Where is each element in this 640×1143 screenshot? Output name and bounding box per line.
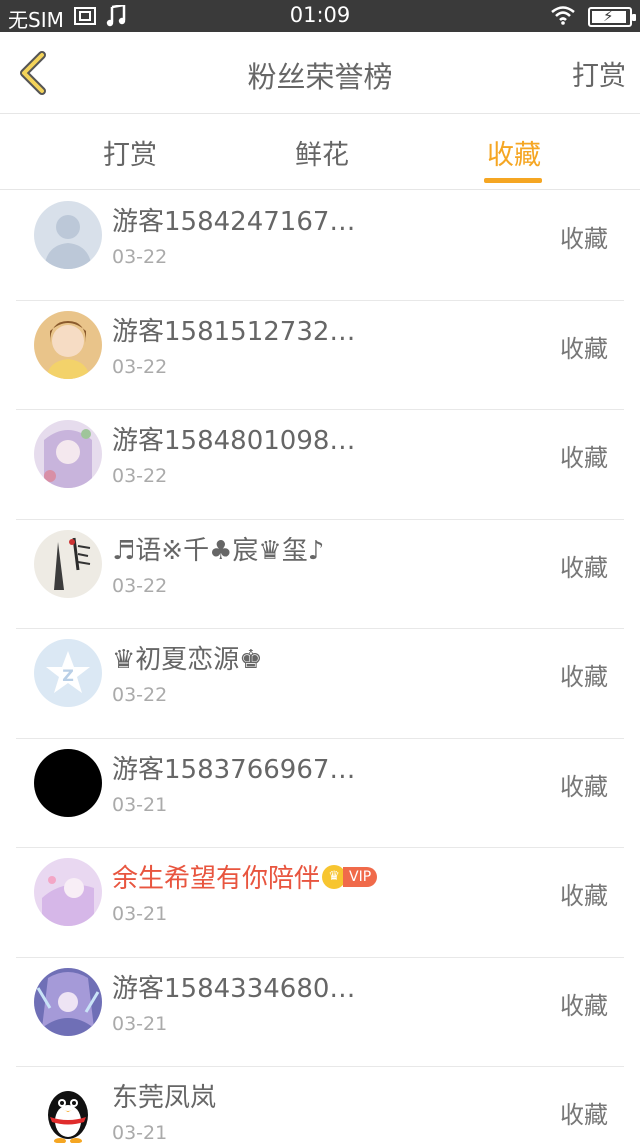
fan-list: 游客1584247167… 03-22 收藏 游客1581512732… 03-…	[0, 191, 640, 1143]
fan-date: 03-21	[112, 1122, 168, 1143]
fan-date: 03-22	[112, 355, 168, 378]
fan-action: 收藏	[560, 225, 608, 253]
fan-date: 03-21	[112, 793, 168, 816]
tab-favorites[interactable]: 收藏	[454, 133, 574, 172]
qzone-star-avatar: Z	[34, 639, 102, 707]
tab-bar: 打赏 鲜花 收藏	[0, 115, 640, 190]
list-item[interactable]: 游客1584247167… 03-22 收藏	[16, 191, 624, 301]
fan-name: 游客1584334680…	[112, 973, 356, 1004]
fan-action: 收藏	[560, 553, 608, 582]
fan-date: 03-22	[112, 684, 168, 706]
status-bar: 无SIM 01:09 ⚡	[0, 0, 640, 32]
fan-action: 收藏	[560, 991, 608, 1020]
fan-name: 游客1583766967…	[112, 754, 356, 785]
list-item[interactable]: ♬语※千♣宸♛玺♪ 03-22 收藏	[16, 520, 624, 629]
tab-flowers[interactable]: 鲜花	[262, 133, 382, 172]
fan-name: 游客1581512732…	[112, 316, 356, 347]
fan-date: 03-22	[112, 246, 168, 268]
vip-badge: ♛ VIP	[322, 864, 378, 889]
svg-text:Z: Z	[62, 666, 74, 685]
list-item[interactable]: 游客1584801098… 03-22 收藏	[16, 410, 624, 520]
fan-name: 游客1584801098…	[112, 426, 356, 456]
fan-action: 收藏	[560, 1101, 608, 1129]
fan-action: 收藏	[560, 444, 608, 472]
fan-name: ♛初夏恋源♚	[112, 645, 263, 675]
fan-name-vip: 余生希望有你陪伴 ♛ VIP	[112, 858, 378, 895]
list-item[interactable]: Z ♛初夏恋源♚ 03-22 收藏	[16, 629, 624, 739]
ink-painting-avatar	[34, 529, 102, 598]
blue-anime-avatar	[34, 967, 102, 1036]
fan-name: ♬语※千♣宸♛玺♪	[112, 535, 325, 566]
list-item[interactable]: 游客1584334680… 03-21 收藏	[16, 958, 624, 1067]
fan-action: 收藏	[560, 772, 608, 801]
clock: 01:09	[289, 3, 351, 27]
fan-action: 收藏	[560, 334, 608, 363]
list-item[interactable]: 东莞凤岚 03-21 收藏	[16, 1067, 624, 1143]
tab-reward[interactable]: 打赏	[70, 133, 190, 172]
fan-date: 03-21	[112, 903, 168, 925]
fan-action: 收藏	[560, 663, 608, 691]
navigation-bar: 粉丝荣誉榜 打赏	[0, 32, 640, 114]
default-user-avatar	[34, 201, 102, 269]
wifi-icon	[550, 5, 576, 29]
black-avatar	[34, 748, 102, 817]
vip-label: VIP	[343, 866, 378, 887]
fan-name: 游客1584247167…	[112, 207, 356, 237]
active-tab-indicator	[484, 178, 542, 183]
girl-photo-avatar	[34, 310, 102, 379]
fan-name: 东莞凤岚	[112, 1083, 217, 1113]
battery-icon: ⚡	[588, 7, 636, 27]
fan-name: 余生希望有你陪伴	[112, 864, 321, 894]
list-item[interactable]: 游客1581512732… 03-22 收藏	[16, 301, 624, 410]
page-title: 粉丝荣誉榜	[247, 60, 393, 94]
qq-penguin-avatar	[34, 1077, 102, 1143]
fan-date: 03-21	[112, 1012, 168, 1035]
list-item[interactable]: 余生希望有你陪伴 ♛ VIP 03-21 收藏	[16, 848, 624, 958]
anime-purple-avatar	[34, 420, 102, 488]
pink-anime-avatar	[34, 858, 102, 926]
status-right: ⚡	[550, 5, 636, 29]
fan-date: 03-22	[112, 574, 168, 597]
reward-link[interactable]: 打赏	[572, 54, 626, 93]
list-item[interactable]: 游客1583766967… 03-21 收藏	[16, 739, 624, 848]
fan-date: 03-22	[112, 465, 168, 487]
fan-action: 收藏	[560, 882, 608, 910]
